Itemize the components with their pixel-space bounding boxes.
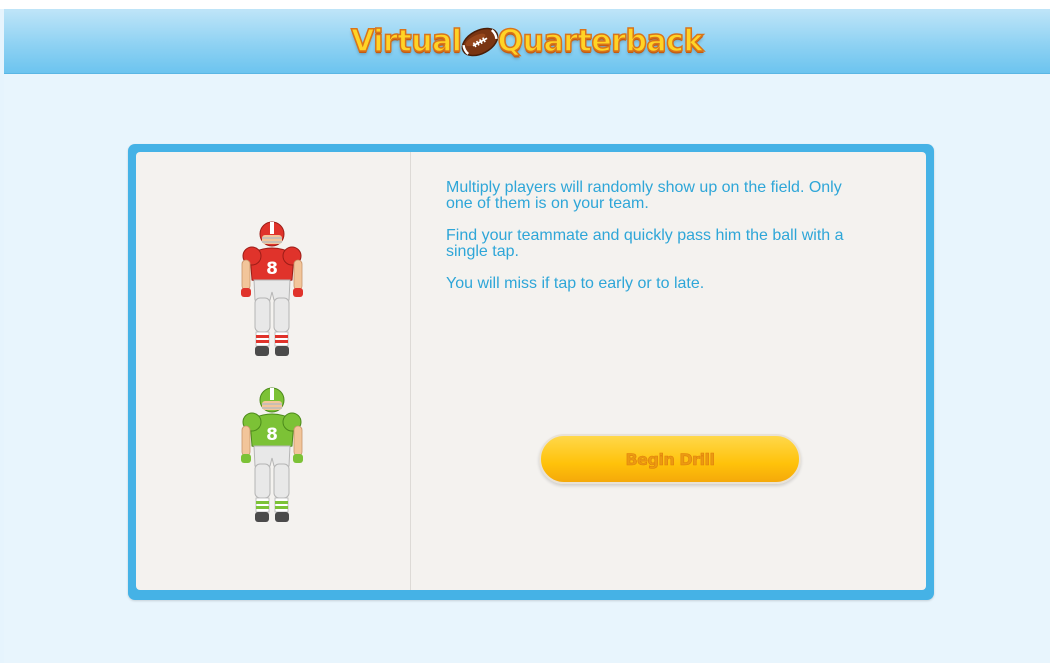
app-header: Virtual Quarterback <box>4 9 1050 74</box>
panel-divider <box>410 152 411 590</box>
red-jersey-number: 8 <box>266 259 278 279</box>
top-strip <box>0 0 1050 9</box>
instructions-text: Multiply players will randomly show up o… <box>446 180 866 308</box>
instructions-panel: 8 8 Multiply players will randomly show … <box>136 152 926 590</box>
instructions-dialog: 8 8 Multiply players will randomly show … <box>128 144 934 600</box>
instruction-paragraph-3: You will miss if tap to early or to late… <box>446 275 705 292</box>
begin-drill-label: Begin Drill <box>625 449 715 469</box>
green-jersey-number: 8 <box>266 425 278 445</box>
green-player-icon: 8 <box>241 387 303 522</box>
red-player-icon: 8 <box>241 221 303 356</box>
logo-word-quarterback: Quarterback <box>497 23 704 60</box>
instruction-paragraph-2: Find your teammate and quickly pass him … <box>446 227 844 260</box>
app-logo: Virtual Quarterback <box>4 9 1050 73</box>
football-icon <box>461 27 498 57</box>
instruction-paragraph-1: Multiply players will randomly show up o… <box>446 179 842 212</box>
logo-word-virtual: Virtual <box>350 23 462 60</box>
begin-drill-button[interactable]: Begin Drill <box>539 434 801 484</box>
